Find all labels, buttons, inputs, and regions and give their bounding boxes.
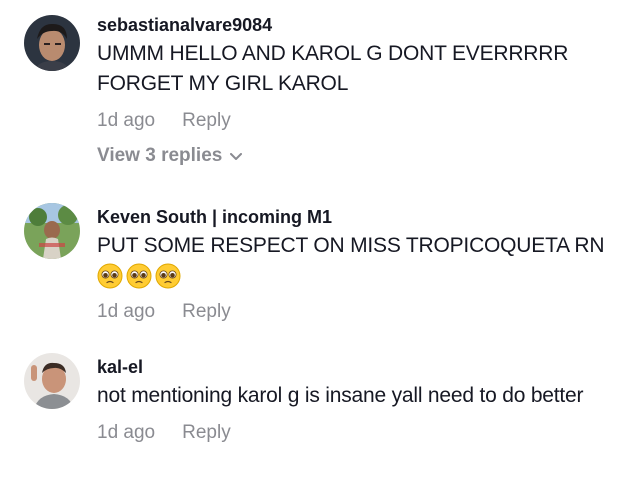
avatar[interactable] bbox=[24, 203, 80, 259]
avatar[interactable] bbox=[24, 15, 80, 71]
comment-text: not mentioning karol g is insane yall ne… bbox=[97, 384, 584, 407]
view-replies-label: View 3 replies bbox=[97, 145, 223, 166]
avatar[interactable] bbox=[24, 353, 80, 409]
reply-button[interactable]: Reply bbox=[182, 300, 231, 324]
view-replies-button[interactable]: View 3 replies bbox=[97, 144, 624, 168]
timestamp: 1d ago bbox=[97, 301, 156, 322]
pleading-face-emoji-icon bbox=[97, 263, 123, 289]
pleading-face-emoji-icon bbox=[126, 263, 152, 289]
emoji-row bbox=[97, 261, 624, 291]
comment-text: UMMM HELLO AND KAROL G DONT EVERRRRR FOR… bbox=[97, 42, 569, 95]
timestamp: 1d ago bbox=[97, 110, 156, 131]
reply-button[interactable]: Reply bbox=[182, 421, 231, 445]
reply-button[interactable]: Reply bbox=[182, 109, 231, 133]
comment-text: PUT SOME RESPECT ON MISS TROPICOQUETA RN bbox=[97, 234, 605, 257]
username[interactable]: kal-el bbox=[97, 356, 624, 378]
timestamp: 1d ago bbox=[97, 422, 156, 443]
chevron-down-icon bbox=[230, 153, 243, 160]
username[interactable]: Keven South | incoming M1 bbox=[97, 206, 624, 228]
pleading-face-emoji-icon bbox=[155, 263, 181, 289]
username[interactable]: sebastianalvare9084 bbox=[97, 14, 624, 36]
